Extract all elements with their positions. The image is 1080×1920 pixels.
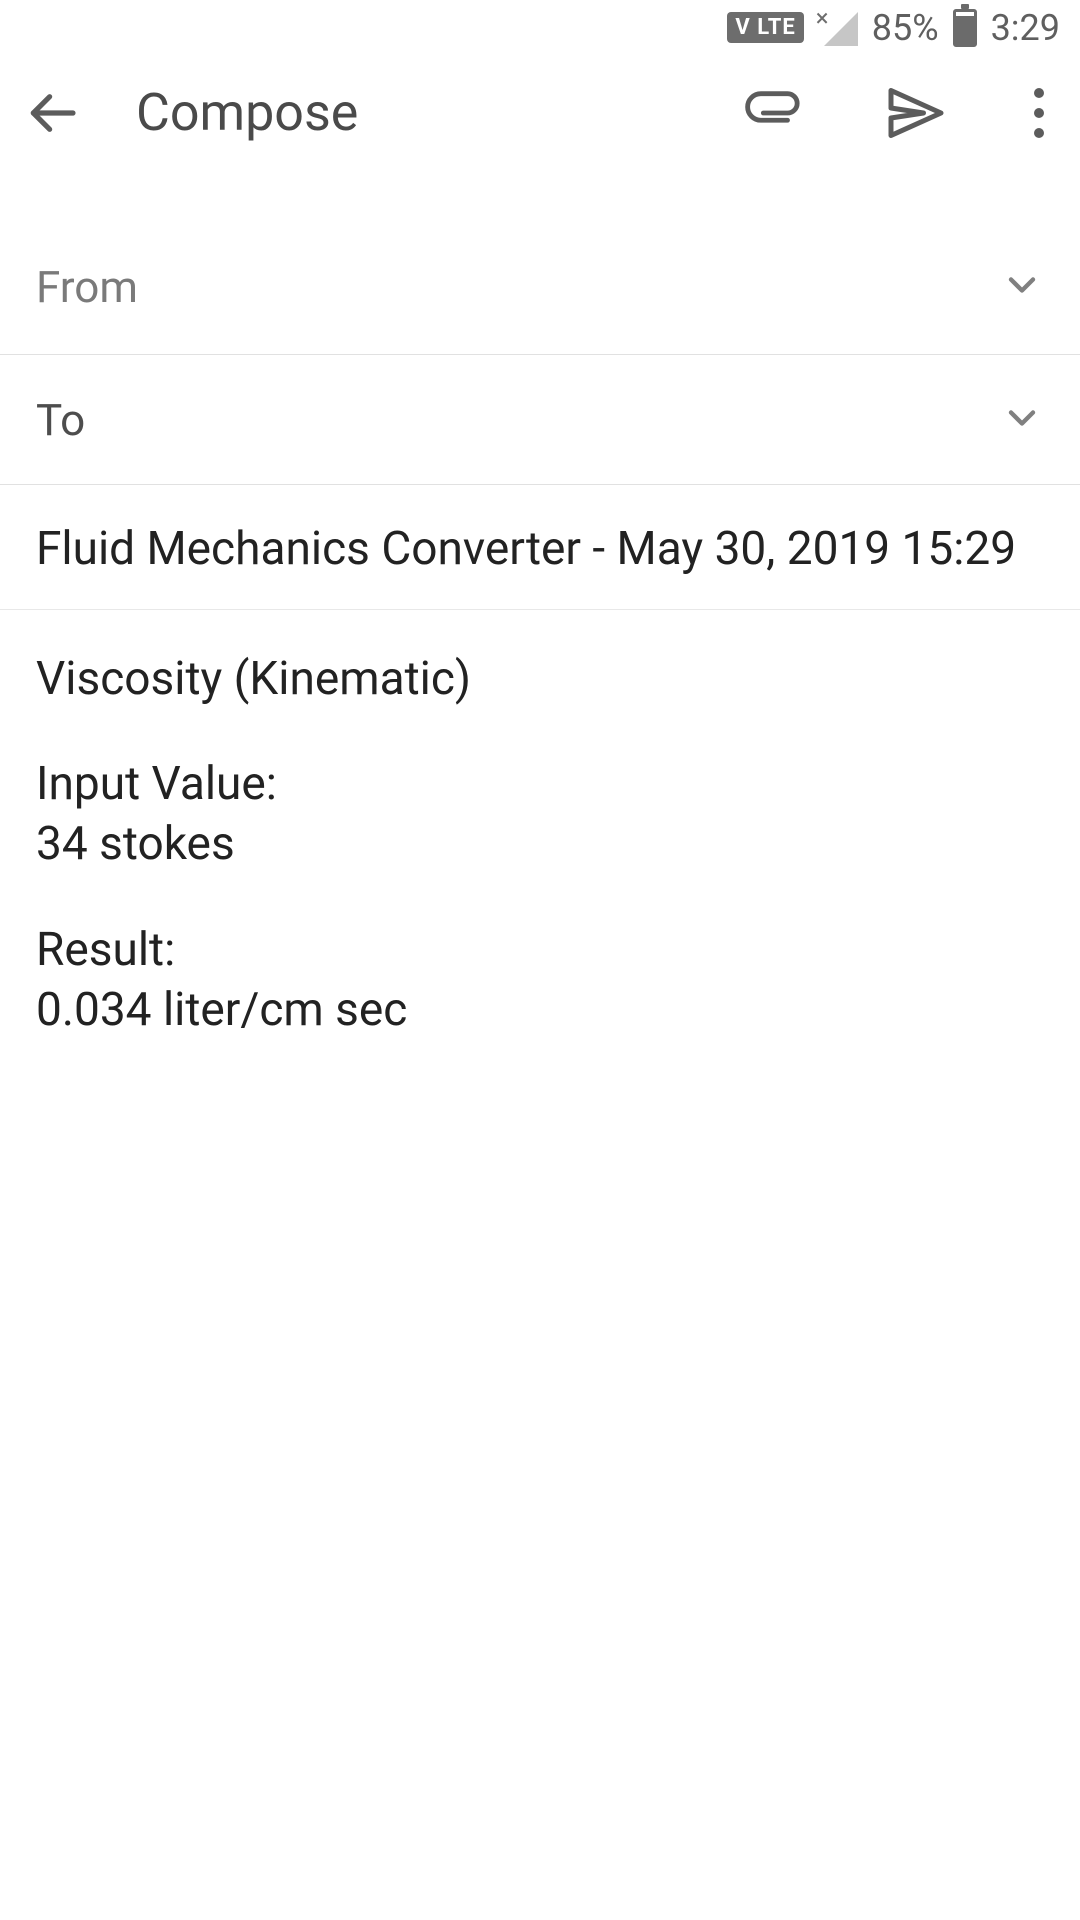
send-button[interactable]	[886, 83, 946, 143]
battery-percentage: 85%	[872, 7, 939, 49]
page-title: Compose	[136, 82, 688, 143]
from-field[interactable]: From	[0, 220, 1080, 355]
send-icon	[886, 83, 946, 143]
body-result-label: Result:	[36, 921, 1044, 981]
to-label: To	[36, 394, 85, 446]
overflow-menu-button[interactable]	[1022, 88, 1056, 138]
subject-text: Fluid Mechanics Converter - May 30, 2019…	[36, 521, 1044, 579]
more-vert-icon	[1022, 88, 1056, 138]
body-input-label: Input Value:	[36, 755, 1044, 815]
chevron-down-icon	[1000, 263, 1044, 311]
subject-field[interactable]: Fluid Mechanics Converter - May 30, 2019…	[0, 485, 1080, 610]
clock: 3:29	[991, 7, 1060, 49]
paperclip-icon	[744, 84, 802, 142]
to-field[interactable]: To	[0, 355, 1080, 485]
status-bar: V LTE × 85% 3:29	[0, 0, 1080, 55]
attach-button[interactable]	[744, 84, 802, 142]
signal-icon: ×	[818, 10, 858, 46]
body-heading: Viscosity (Kinematic)	[36, 650, 1044, 710]
body-result-value: 0.034 liter/cm sec	[36, 981, 1044, 1041]
from-label: From	[36, 261, 138, 313]
back-button[interactable]	[24, 85, 80, 141]
chevron-down-icon	[1000, 396, 1044, 444]
volte-badge: V LTE	[727, 12, 803, 43]
app-bar: Compose	[0, 55, 1080, 170]
body-field[interactable]: Viscosity (Kinematic) Input Value: 34 st…	[0, 610, 1080, 1081]
battery-icon	[953, 9, 977, 47]
arrow-left-icon	[24, 85, 80, 141]
battery-fill	[956, 16, 974, 43]
body-input-value: 34 stokes	[36, 815, 1044, 875]
